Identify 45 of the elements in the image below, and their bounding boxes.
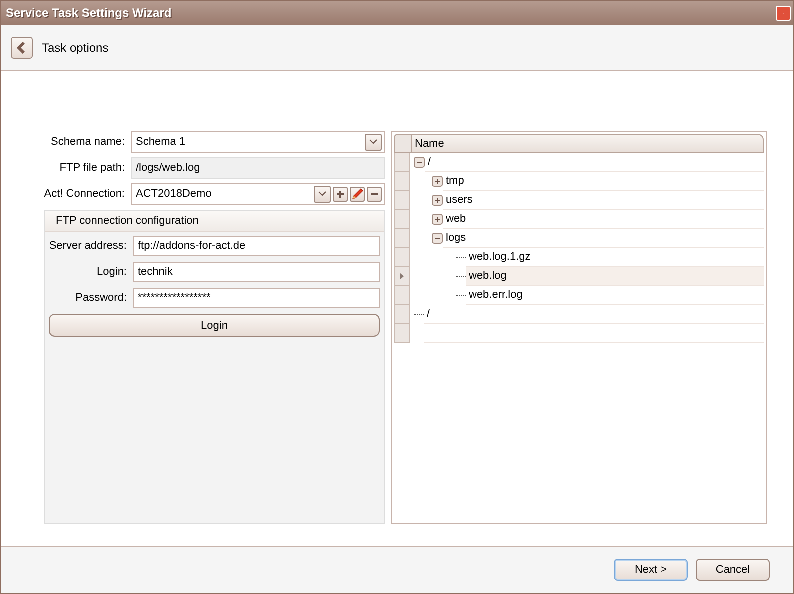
field-label: Schema name:	[50, 136, 125, 148]
field-label: Act! Connection:	[44, 188, 125, 200]
field-label: Server address:	[49, 240, 127, 252]
add-button[interactable]	[333, 186, 348, 202]
row-header[interactable]	[394, 267, 410, 286]
tree-item[interactable]: /	[424, 305, 764, 324]
expand-icon[interactable]	[432, 176, 443, 187]
input-field[interactable]: technik	[133, 262, 380, 282]
tree-connector	[414, 314, 424, 316]
field-label: Password:	[74, 292, 127, 304]
page-title: Task options	[42, 40, 109, 54]
tree-item[interactable]: tmp	[443, 172, 764, 191]
cancel-button[interactable]: Cancel	[696, 559, 770, 581]
field-label: Login:	[96, 266, 127, 278]
expand-icon[interactable]	[432, 195, 443, 206]
field-label: FTP file path:	[58, 162, 125, 174]
remove-button[interactable]	[367, 186, 382, 202]
tree-item[interactable]: web.log	[466, 267, 764, 286]
collapse-icon[interactable]	[414, 157, 425, 168]
row-header	[394, 134, 411, 153]
window-title: Service Task Settings Wizard	[6, 6, 172, 20]
collapse-icon[interactable]	[432, 233, 443, 244]
connection-dropdown[interactable]: ACT2018Demo	[131, 183, 385, 205]
next-button[interactable]: Next >	[614, 559, 688, 581]
input-field[interactable]: ftp://addons-for-act.de	[133, 236, 380, 256]
pencil-icon	[351, 188, 364, 200]
tree-item[interactable]: web	[443, 210, 764, 229]
row-pointer-icon	[400, 272, 404, 280]
plus-icon	[336, 190, 345, 198]
expand-icon[interactable]	[432, 214, 443, 225]
login-button[interactable]: Login	[49, 314, 380, 337]
group-title: FTP connection configuration	[45, 211, 384, 232]
edit-button[interactable]	[350, 186, 365, 202]
tree-item[interactable]: logs	[443, 229, 764, 248]
path-field[interactable]: /logs/web.log	[131, 157, 385, 179]
tree-item[interactable]: web.err.log	[466, 286, 764, 305]
close-button[interactable]	[776, 6, 791, 20]
tree-item[interactable]: /	[425, 153, 764, 172]
schema-dropdown[interactable]: Schema 1	[131, 131, 385, 153]
tree-item[interactable]: users	[443, 191, 764, 210]
tree-connector	[456, 294, 466, 296]
input-field[interactable]: *****************	[133, 288, 380, 308]
back-button[interactable]	[11, 36, 33, 58]
tree-connector	[456, 256, 466, 258]
column-header[interactable]: Name	[411, 134, 764, 153]
